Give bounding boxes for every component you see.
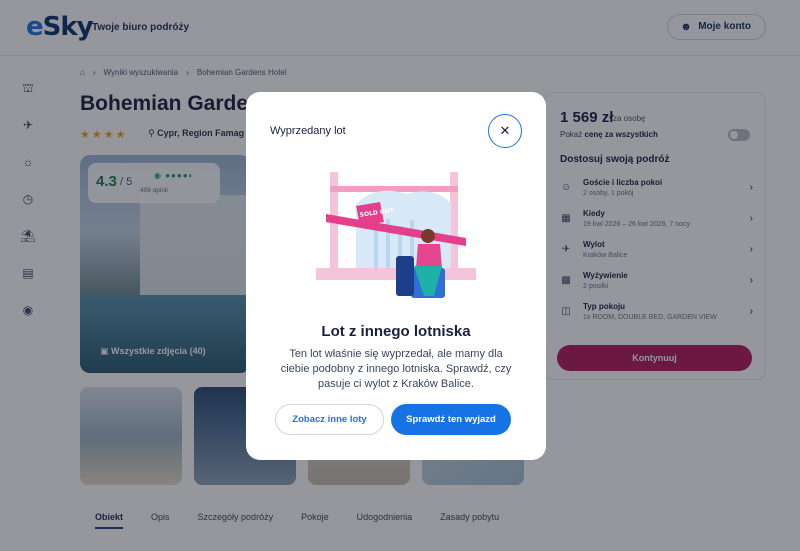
sold-out-flight-modal: Wyprzedany lot ✕ SOLD OUT Lot z innego l…: [246, 92, 546, 460]
modal-body: Ten lot właśnie się wyprzedał, ale mamy …: [280, 348, 512, 390]
modal-title: Lot z innego lotniska: [321, 323, 471, 340]
see-other-flights-button[interactable]: Zobacz inne loty: [275, 404, 384, 435]
close-icon[interactable]: ✕: [488, 114, 522, 148]
check-this-trip-button[interactable]: Sprawdź ten wyjazd: [391, 404, 511, 435]
modal-header: Wyprzedany lot: [270, 125, 346, 137]
sold-out-illustration: SOLD OUT: [316, 172, 476, 298]
